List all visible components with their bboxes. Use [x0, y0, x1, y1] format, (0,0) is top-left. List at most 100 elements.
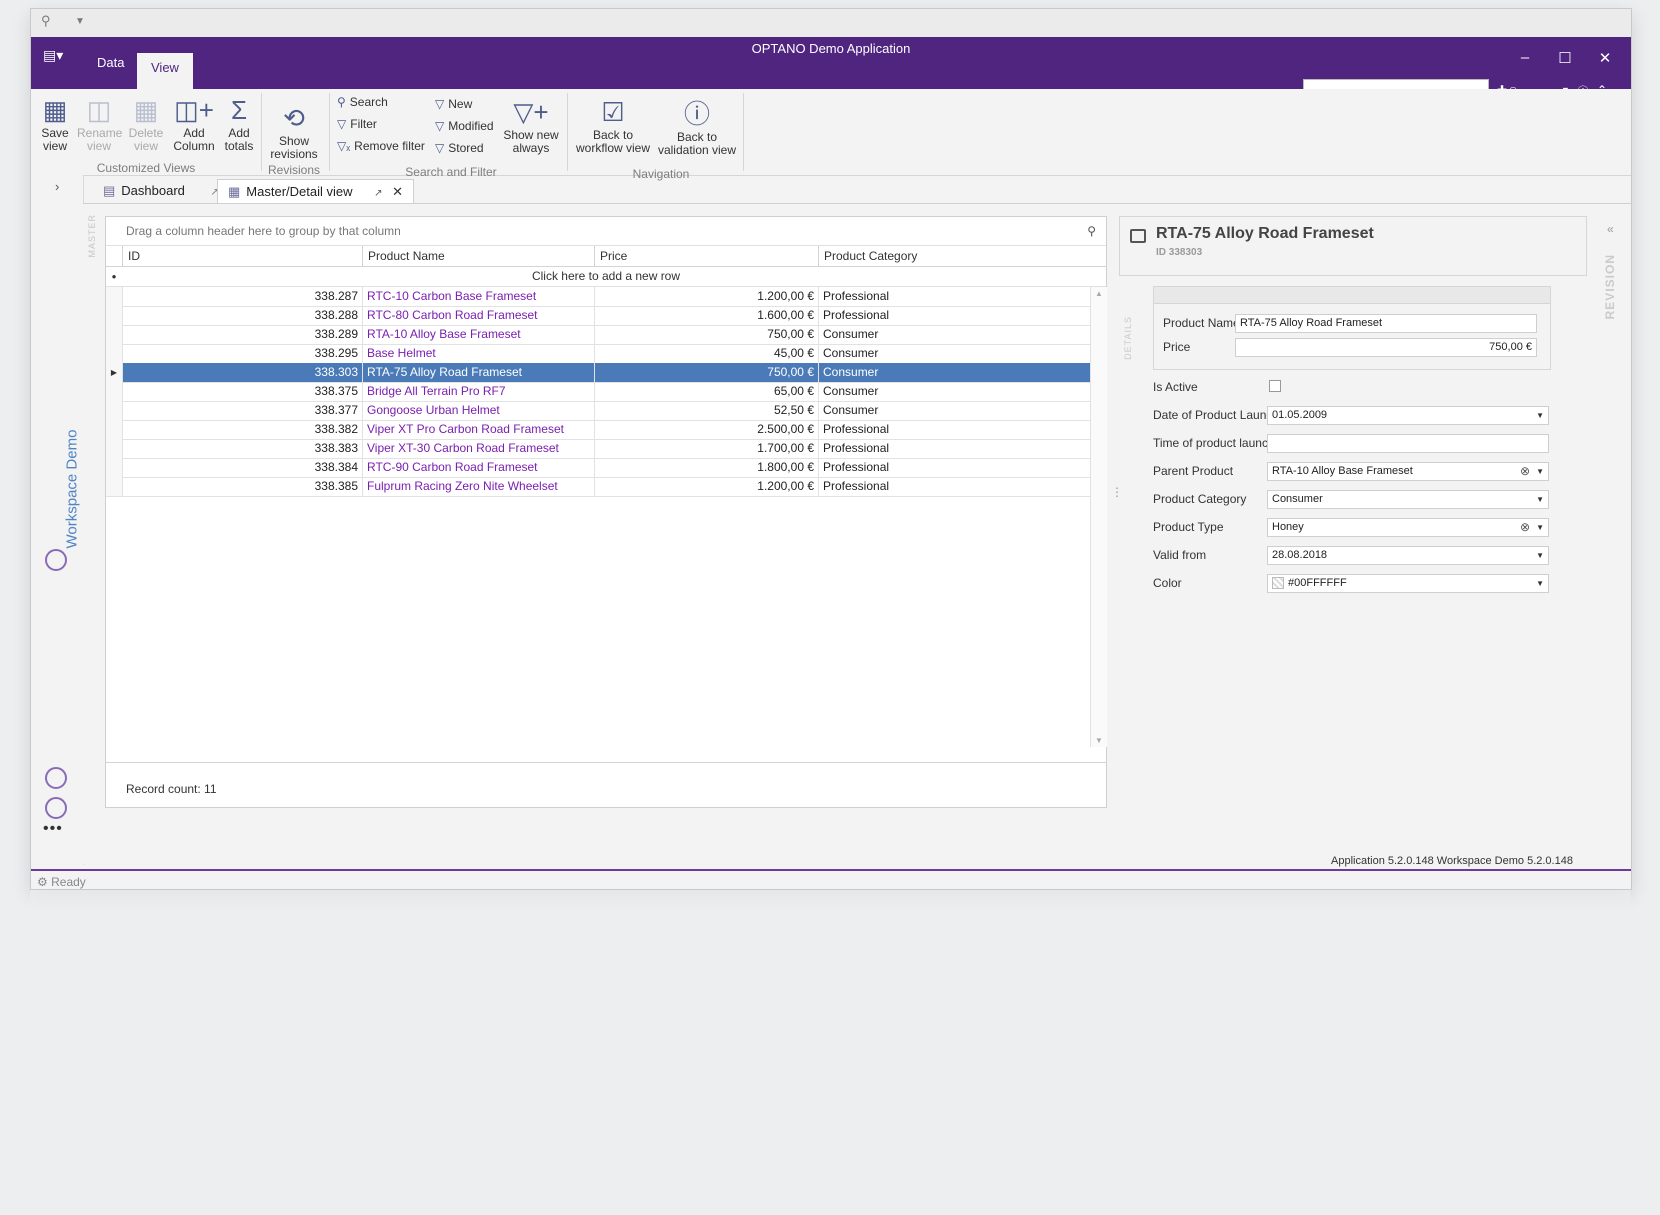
cell-price[interactable]: 750,00 €: [594, 363, 818, 382]
cell-product-name[interactable]: RTC-10 Carbon Base Frameset: [362, 287, 594, 306]
pin-icon[interactable]: ↗: [374, 188, 382, 199]
row-indicator[interactable]: [106, 458, 123, 477]
launch-date-field[interactable]: 01.05.2009 ▼: [1267, 406, 1549, 425]
column-header-product-name[interactable]: Product Name: [362, 246, 594, 266]
delete-view-button[interactable]: ▦ Delete view: [125, 95, 167, 153]
cell-category[interactable]: Professional: [818, 287, 1090, 306]
filter-button[interactable]: ▽ Filter: [337, 117, 377, 131]
cell-product-name[interactable]: RTC-80 Carbon Road Frameset: [362, 306, 594, 325]
cell-category[interactable]: Professional: [818, 458, 1090, 477]
back-to-workflow-button[interactable]: ☑ Back to workflow view: [573, 97, 653, 155]
clear-icon[interactable]: ⊗: [1520, 463, 1530, 480]
table-row[interactable]: 338.289 RTA-10 Alloy Base Frameset 750,00 …: [106, 325, 1090, 345]
collapse-panel-icon[interactable]: «: [1607, 222, 1614, 236]
row-indicator[interactable]: [106, 420, 123, 439]
search-icon[interactable]: ⚲: [1067, 217, 1096, 245]
column-header-price[interactable]: Price: [594, 246, 818, 266]
table-row[interactable]: 338.375 Bridge All Terrain Pro RF7 65,00 €…: [106, 382, 1090, 402]
rename-view-button[interactable]: ◫ Rename view: [77, 95, 122, 153]
filter-stored-button[interactable]: ▽ Stored: [435, 141, 484, 155]
table-row[interactable]: 338.385 Fulprum Racing Zero Nite Wheelset…: [106, 477, 1090, 497]
clear-icon[interactable]: ⊗: [1520, 519, 1530, 536]
scroll-up-icon[interactable]: ▲: [1091, 289, 1107, 298]
tab-view[interactable]: View: [137, 53, 193, 89]
row-indicator[interactable]: ▶: [106, 363, 123, 382]
cell-product-name[interactable]: RTA-10 Alloy Base Frameset: [362, 325, 594, 344]
product-type-field[interactable]: Honey ⊗ ▼: [1267, 518, 1549, 537]
cell-price[interactable]: 1.700,00 €: [594, 439, 818, 458]
table-row[interactable]: 338.383 Viper XT-30 Carbon Road Frameset 1…: [106, 439, 1090, 459]
maximize-button[interactable]: ☐: [1551, 49, 1579, 67]
cell-category[interactable]: Consumer: [818, 382, 1090, 401]
search-button[interactable]: ⚲ Search: [337, 95, 388, 109]
table-row[interactable]: 338.377 Gongoose Urban Helmet 52,50 € Consu…: [106, 401, 1090, 421]
column-header-product-category[interactable]: Product Category: [818, 246, 1090, 266]
is-active-checkbox[interactable]: [1269, 380, 1281, 392]
cell-product-name[interactable]: RTA-75 Alloy Road Frameset: [362, 363, 594, 382]
table-row-selected[interactable]: ▶ 338.303 RTA-75 Alloy Road Frameset 750,00…: [106, 363, 1090, 383]
row-indicator[interactable]: [106, 382, 123, 401]
close-button[interactable]: ✕: [1591, 49, 1619, 67]
filter-modified-button[interactable]: ▽ Modified: [435, 119, 494, 133]
cell-category[interactable]: Consumer: [818, 363, 1090, 382]
cell-product-name[interactable]: Fulprum Racing Zero Nite Wheelset: [362, 477, 594, 496]
cell-category[interactable]: Professional: [818, 420, 1090, 439]
expand-nav-icon[interactable]: ›: [55, 179, 59, 194]
cell-id[interactable]: 338.382: [122, 420, 362, 439]
cell-id[interactable]: 338.303: [122, 363, 362, 382]
row-indicator[interactable]: [106, 477, 123, 496]
add-totals-button[interactable]: Σ Add totals: [221, 95, 257, 153]
parent-product-field[interactable]: RTA-10 Alloy Base Frameset ⊗ ▼: [1267, 462, 1549, 481]
cell-price[interactable]: 2.500,00 €: [594, 420, 818, 439]
valid-from-field[interactable]: 28.08.2018 ▼: [1267, 546, 1549, 565]
row-indicator[interactable]: [106, 325, 123, 344]
table-row[interactable]: 338.287 RTC-10 Carbon Base Frameset 1.200,…: [106, 287, 1090, 307]
chevron-down-icon[interactable]: ▼: [1536, 407, 1544, 424]
cell-product-name[interactable]: Viper XT-30 Carbon Road Frameset: [362, 439, 594, 458]
close-tab-icon[interactable]: ✕: [392, 184, 403, 199]
cell-id[interactable]: 338.383: [122, 439, 362, 458]
row-indicator[interactable]: [106, 344, 123, 363]
users-icon[interactable]: [45, 797, 67, 819]
tab-master-detail[interactable]: ▦ Master/Detail view ↗ ✕: [217, 179, 415, 204]
product-category-field[interactable]: Consumer ▼: [1267, 490, 1549, 509]
add-column-button[interactable]: ◫+ Add Column: [171, 95, 217, 153]
chevron-down-icon[interactable]: ▼: [1536, 491, 1544, 508]
show-revisions-button[interactable]: ⟲ Show revisions: [267, 103, 321, 161]
cell-product-name[interactable]: Viper XT Pro Carbon Road Frameset: [362, 420, 594, 439]
chevron-down-icon[interactable]: ▼: [1536, 547, 1544, 564]
tab-dashboard[interactable]: ▤ Dashboard ↗: [93, 179, 229, 203]
scroll-down-icon[interactable]: ▼: [1091, 736, 1107, 745]
table-row[interactable]: 338.382 Viper XT Pro Carbon Road Frameset…: [106, 420, 1090, 440]
cell-id[interactable]: 338.375: [122, 382, 362, 401]
cell-id[interactable]: 338.289: [122, 325, 362, 344]
save-view-button[interactable]: ▦ Save view: [37, 95, 73, 153]
remove-filter-button[interactable]: ▽ₓ Remove filter: [337, 139, 425, 153]
cell-category[interactable]: Consumer: [818, 401, 1090, 420]
group-by-panel[interactable]: Drag a column header here to group by th…: [106, 217, 1106, 246]
cell-price[interactable]: 52,50 €: [594, 401, 818, 420]
cell-product-name[interactable]: Base Helmet: [362, 344, 594, 363]
cell-price[interactable]: 1.600,00 €: [594, 306, 818, 325]
table-row[interactable]: 338.288 RTC-80 Carbon Road Frameset 1.600,…: [106, 306, 1090, 326]
chevron-down-icon[interactable]: ▼: [1536, 463, 1544, 480]
chevron-down-icon[interactable]: ▼: [1536, 519, 1544, 536]
cell-product-name[interactable]: RTC-90 Carbon Road Frameset: [362, 458, 594, 477]
price-field[interactable]: 750,00 €: [1235, 338, 1537, 357]
customize-toolbar-icon[interactable]: ▼: [75, 16, 85, 27]
new-row[interactable]: ● Click here to add a new row: [106, 267, 1106, 287]
cell-price[interactable]: 1.200,00 €: [594, 477, 818, 496]
cell-price[interactable]: 65,00 €: [594, 382, 818, 401]
show-new-always-button[interactable]: ▽+ Show new always: [501, 97, 561, 155]
cell-product-name[interactable]: Bridge All Terrain Pro RF7: [362, 382, 594, 401]
row-indicator[interactable]: [106, 306, 123, 325]
more-icon[interactable]: •••: [43, 820, 63, 838]
row-indicator[interactable]: [106, 287, 123, 306]
launch-time-field[interactable]: [1267, 434, 1549, 453]
cell-category[interactable]: Consumer: [818, 325, 1090, 344]
product-name-field[interactable]: RTA-75 Alloy Road Frameset: [1235, 314, 1537, 333]
workspace-switch-icon[interactable]: [45, 767, 67, 789]
revision-side-label[interactable]: REVISION: [1603, 254, 1617, 319]
chevron-down-icon[interactable]: ▼: [1536, 575, 1544, 592]
table-row[interactable]: 338.295 Base Helmet 45,00 € Consumer: [106, 344, 1090, 364]
